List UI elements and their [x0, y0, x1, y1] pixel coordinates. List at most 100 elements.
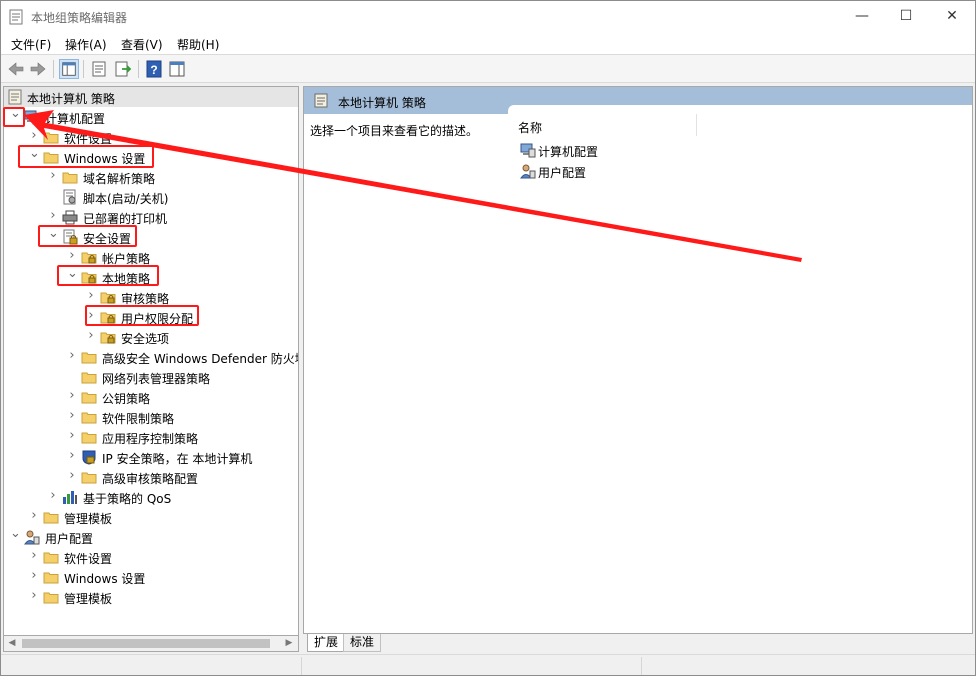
tree-item-label: 应用程序控制策略: [102, 432, 199, 446]
maximize-button[interactable]: ☐: [883, 1, 929, 32]
locked-folder-icon: [100, 292, 116, 304]
chevron-right-icon[interactable]: ›: [67, 249, 77, 262]
folder-icon: [62, 172, 78, 184]
chevron-right-icon[interactable]: ›: [67, 389, 77, 402]
printer-icon: [62, 210, 78, 225]
tree-item[interactable]: › 应用程序控制策略: [4, 427, 298, 447]
chevron-right-icon[interactable]: ›: [29, 129, 39, 142]
tree-item[interactable]: 网络列表管理器策略: [4, 367, 298, 387]
window-title: 本地组策略编辑器: [31, 11, 128, 25]
tree-item[interactable]: › 帐户策略: [4, 247, 298, 267]
chevron-right-icon[interactable]: ›: [29, 509, 39, 522]
status-bar: [1, 654, 975, 675]
tree-item[interactable]: › 高级安全 Windows Defender 防火墙: [4, 347, 299, 367]
chevron-right-icon[interactable]: ›: [29, 549, 39, 562]
column-header-name[interactable]: 名称: [518, 119, 542, 136]
tree-item[interactable]: › 管理模板: [4, 507, 298, 527]
tree-item-label: 公钥策略: [102, 392, 151, 406]
tree-item-label: 域名解析策略: [83, 172, 156, 186]
tree-item[interactable]: › 管理模板: [4, 587, 298, 607]
close-button[interactable]: ✕: [929, 1, 975, 32]
chevron-down-icon[interactable]: ⌄: [10, 527, 21, 540]
tree-item[interactable]: › 已部署的打印机: [4, 207, 298, 227]
tree-horizontal-scrollbar[interactable]: ◀ ▶: [3, 635, 299, 652]
user-config-icon: [520, 164, 536, 179]
chevron-right-icon[interactable]: ›: [48, 209, 58, 222]
tree-item[interactable]: › 审核策略: [4, 287, 298, 307]
list-item-label: 计算机配置: [538, 145, 599, 159]
main-window: 本地组策略编辑器 — ☐ ✕ 文件(F) 操作(A) 查看(V) 帮助(H) ?…: [0, 0, 976, 676]
tree-root[interactable]: 本地计算机 策略: [4, 87, 298, 107]
tree-item[interactable]: › 域名解析策略: [4, 167, 298, 187]
chevron-right-icon[interactable]: ›: [86, 289, 96, 302]
folder-icon: [81, 412, 97, 424]
back-icon[interactable]: [6, 59, 26, 79]
tree-item[interactable]: › 高级审核策略配置: [4, 467, 298, 487]
show-action-pane-icon[interactable]: [167, 59, 187, 79]
chevron-right-icon[interactable]: ›: [48, 169, 58, 182]
tree-item-label: IP 安全策略，在 本地计算机: [102, 452, 253, 466]
tree-item[interactable]: › Windows 设置: [4, 567, 298, 587]
chevron-right-icon[interactable]: ›: [67, 349, 77, 362]
forward-icon[interactable]: [28, 59, 48, 79]
tab-extended[interactable]: 扩展: [307, 634, 346, 652]
ip-security-icon: [82, 450, 96, 465]
tree-item[interactable]: › 软件设置: [4, 127, 298, 147]
menu-file[interactable]: 文件(F): [11, 36, 51, 53]
chevron-right-icon[interactable]: ›: [67, 469, 77, 482]
export-list-icon[interactable]: [113, 59, 133, 79]
menu-help[interactable]: 帮助(H): [177, 36, 219, 53]
computer-config-icon: [24, 110, 40, 125]
title-bar: 本地组策略编辑器 — ☐ ✕: [1, 1, 975, 32]
tree-item[interactable]: › 软件设置: [4, 547, 298, 567]
result-pane: 本地计算机 策略 选择一个项目来查看它的描述。 名称 计算机配置 用户配置: [303, 86, 973, 634]
tab-extended-label: 扩展: [314, 635, 339, 649]
chevron-right-icon[interactable]: ›: [67, 449, 77, 462]
annotation-highlight-box: [57, 265, 159, 286]
tree-item-label: 高级审核策略配置: [102, 472, 199, 486]
annotation-highlight-box: [85, 305, 199, 326]
menu-bar: 文件(F) 操作(A) 查看(V) 帮助(H): [1, 32, 975, 54]
scroll-left-icon[interactable]: ◀: [5, 637, 19, 650]
tree-item[interactable]: › IP 安全策略，在 本地计算机: [4, 447, 298, 467]
tree-item-label: 基于策略的 QoS: [83, 492, 172, 506]
tree-item[interactable]: › 软件限制策略: [4, 407, 298, 427]
policy-document-icon: [8, 89, 22, 105]
item-list: 名称 计算机配置 用户配置: [508, 105, 972, 633]
folder-icon: [81, 472, 97, 484]
folder-icon: [43, 552, 59, 564]
tree-item[interactable]: › 基于策略的 QoS: [4, 487, 298, 507]
console-tree: 本地计算机 策略 ⌄ 计算机配置 › 软件设置 ⌄ Windows 设置 › 域名解析策略 …: [3, 86, 299, 651]
minimize-button[interactable]: —: [839, 1, 885, 32]
chevron-right-icon[interactable]: ›: [86, 329, 96, 342]
folder-icon: [81, 352, 97, 364]
chevron-right-icon[interactable]: ›: [67, 429, 77, 442]
script-icon: [63, 189, 76, 205]
scroll-right-icon[interactable]: ▶: [282, 637, 296, 650]
chevron-right-icon[interactable]: ›: [29, 589, 39, 602]
tree-item[interactable]: › 安全选项: [4, 327, 298, 347]
tree-item-label: 高级安全 Windows Defender 防火墙: [102, 352, 299, 366]
tree-item[interactable]: › 公钥策略: [4, 387, 298, 407]
tree-item[interactable]: ⌄ 用户配置: [4, 527, 298, 547]
scrollbar-thumb[interactable]: [22, 639, 270, 648]
tree-item-label: Windows 设置: [64, 572, 146, 586]
folder-icon: [81, 392, 97, 404]
chevron-right-icon[interactable]: ›: [67, 409, 77, 422]
tree-item-label: 用户配置: [45, 532, 94, 546]
column-divider[interactable]: [696, 114, 697, 136]
tree-item[interactable]: ⌄ 计算机配置: [4, 107, 298, 127]
properties-icon[interactable]: [89, 59, 109, 79]
chevron-right-icon[interactable]: ›: [29, 569, 39, 582]
tree-item[interactable]: 脚本(启动/关机): [4, 187, 298, 207]
chevron-right-icon[interactable]: ›: [48, 489, 58, 502]
computer-config-icon: [520, 143, 536, 158]
show-hide-tree-icon[interactable]: [59, 59, 79, 79]
menu-view[interactable]: 查看(V): [121, 36, 163, 53]
menu-action[interactable]: 操作(A): [65, 36, 107, 53]
locked-folder-icon: [100, 332, 116, 344]
tab-standard[interactable]: 标准: [343, 634, 382, 652]
help-icon[interactable]: ?: [144, 59, 164, 79]
tree-item-label: 软件限制策略: [102, 412, 175, 426]
tree-item-label: 网络列表管理器策略: [102, 372, 211, 386]
